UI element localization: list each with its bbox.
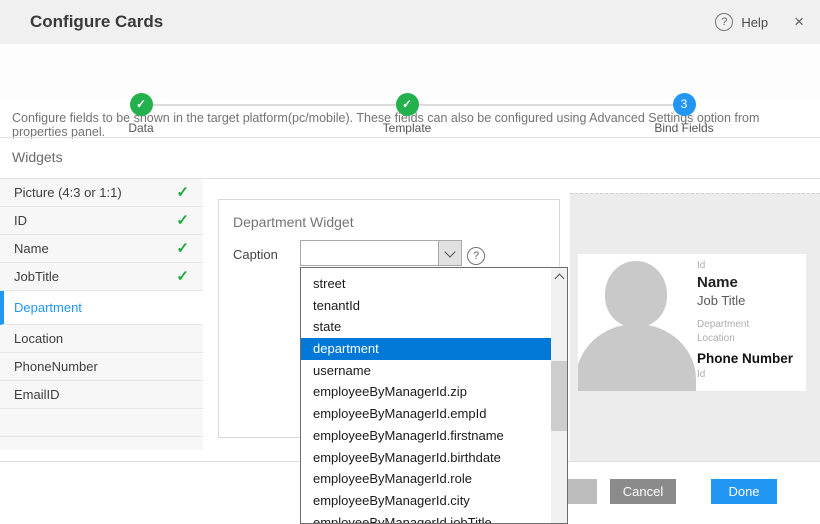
sidebar-empty-row (0, 409, 203, 437)
scrollbar-thumb[interactable] (551, 361, 567, 431)
chevron-down-icon (444, 246, 455, 257)
caption-select[interactable] (300, 240, 462, 266)
preview-field: Department (697, 319, 802, 330)
done-button[interactable]: Done (711, 479, 777, 504)
dropdown-option[interactable]: employeeByManagerId.zip (301, 381, 551, 403)
dropdown-scrollbar[interactable] (551, 268, 567, 523)
widgets-sidebar: Picture (4:3 or 1:1) ✓ ID ✓ Name ✓ JobTi… (0, 179, 203, 450)
divider (0, 137, 820, 138)
card-preview-panel: Id Name Job Title Department Location Ph… (570, 193, 820, 461)
step-circle-icon: ✓ (396, 93, 419, 116)
sidebar-item-label: ID (14, 213, 27, 228)
dropdown-option[interactable]: employeeByManagerId.jobTitle (301, 512, 551, 524)
preview-field: Id (697, 260, 802, 271)
dropdown-option[interactable]: employeeByManagerId.birthdate (301, 447, 551, 469)
close-icon[interactable]: × (788, 12, 810, 32)
help-icon[interactable]: ? (715, 13, 733, 31)
sidebar-item-label: Department (14, 300, 82, 315)
preview-field: Location (697, 333, 802, 344)
caption-dropdown-list: street tenantId state department usernam… (300, 267, 568, 524)
widgets-heading: Widgets (12, 149, 63, 165)
preview-field: Name (697, 274, 802, 291)
sidebar-item-label: JobTitle (14, 269, 59, 284)
sidebar-item[interactable]: ID ✓ (0, 207, 203, 235)
sidebar-item-label: Picture (4:3 or 1:1) (14, 185, 122, 200)
dropdown-option[interactable]: employeeByManagerId.role (301, 468, 551, 490)
preview-fields: Id Name Job Title Department Location Ph… (697, 258, 802, 381)
question-icon: ? (467, 247, 485, 265)
preview-field: Phone Number (697, 351, 802, 366)
sidebar-empty-row (0, 437, 203, 450)
check-icon: ✓ (176, 235, 189, 263)
sidebar-item-label: PhoneNumber (14, 359, 98, 374)
widget-panel-title: Department Widget (233, 214, 354, 230)
dropdown-option[interactable]: username (301, 360, 551, 382)
sidebar-item-label: Location (14, 331, 63, 346)
sidebar-item[interactable]: Name ✓ (0, 235, 203, 263)
chevron-up-icon (554, 274, 564, 284)
sidebar-item[interactable]: Picture (4:3 or 1:1) ✓ (0, 179, 203, 207)
sidebar-item[interactable]: PhoneNumber ✓ (0, 353, 203, 381)
check-icon: ✓ (176, 179, 189, 207)
caption-help[interactable]: ? (467, 246, 485, 265)
sidebar-item[interactable]: Department ✓ (0, 291, 203, 325)
wizard-steps: ✓ Data ✓ Template 3 Bind Fields (0, 44, 820, 100)
sidebar-item[interactable]: JobTitle ✓ (0, 263, 203, 291)
dropdown-option[interactable]: street (301, 273, 551, 295)
scrollbar-up-arrow[interactable] (551, 268, 567, 285)
dropdown-option[interactable]: employeeByManagerId.city (301, 490, 551, 512)
dropdown-option[interactable]: state (301, 316, 551, 338)
sidebar-item[interactable]: EmailID ✓ (0, 381, 203, 409)
dropdown-arrow-button[interactable] (438, 241, 461, 265)
help-link[interactable]: Help (741, 15, 768, 30)
sidebar-item-label: EmailID (14, 387, 60, 402)
step-circle-icon: 3 (673, 93, 696, 116)
dialog-titlebar: Configure Cards ? Help × (0, 0, 820, 45)
preview-field: Job Title (697, 293, 802, 308)
preview-field: Id (697, 369, 802, 380)
dropdown-option[interactable]: employeeByManagerId.firstname (301, 425, 551, 447)
preview-card: Id Name Job Title Department Location Ph… (578, 254, 806, 391)
page-title: Configure Cards (30, 12, 163, 32)
dropdown-option[interactable]: department (301, 338, 551, 360)
cancel-button[interactable]: Cancel (610, 479, 676, 504)
step-circle-icon: ✓ (130, 93, 153, 116)
check-icon: ✓ (176, 207, 189, 235)
sidebar-item[interactable]: Location ✓ (0, 325, 203, 353)
avatar-silhouette-icon (578, 254, 696, 391)
check-icon: ✓ (176, 263, 189, 291)
caption-label: Caption (233, 247, 278, 262)
dropdown-option[interactable]: employeeByManagerId.empId (301, 403, 551, 425)
dropdown-option[interactable]: tenantId (301, 295, 551, 317)
sidebar-item-label: Name (14, 241, 49, 256)
